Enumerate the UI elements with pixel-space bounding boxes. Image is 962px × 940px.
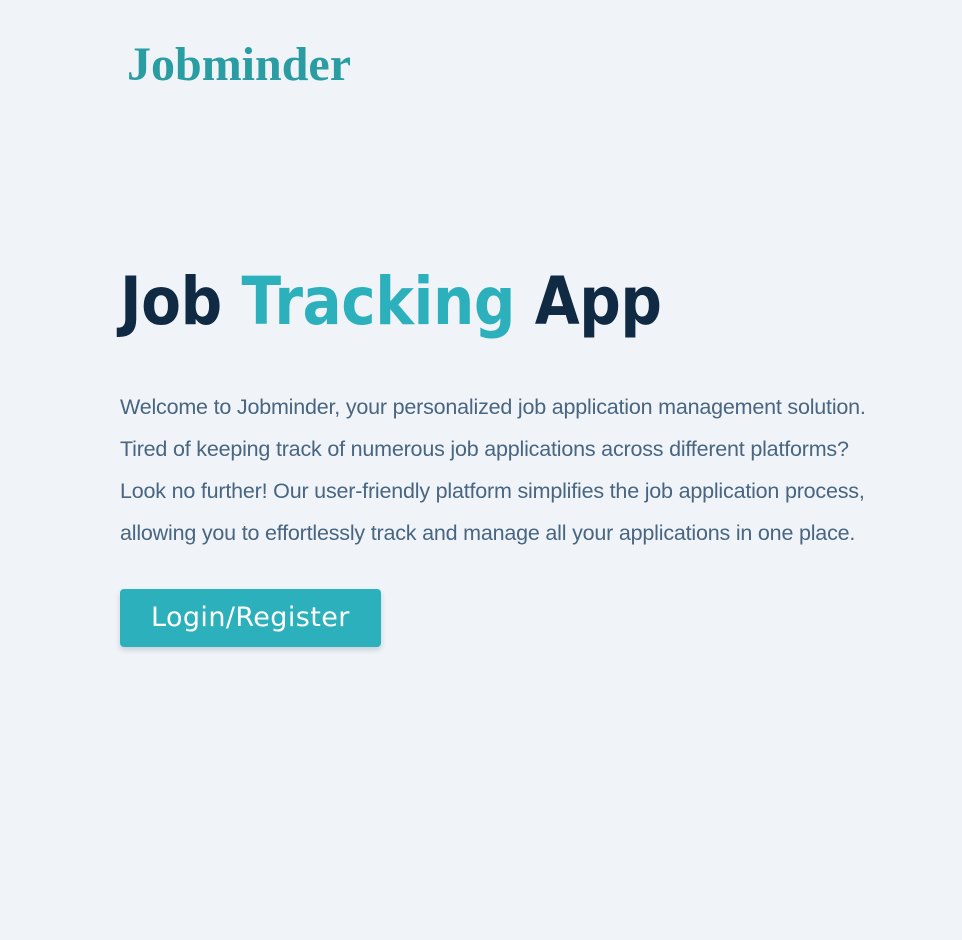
login-register-button[interactable]: Login/Register xyxy=(120,589,381,647)
title-part-app: App xyxy=(514,263,662,340)
title-accent-word: Tracking xyxy=(241,263,516,340)
logo[interactable]: Jobminder xyxy=(127,37,351,93)
hero-description: Welcome to Jobminder, your personalized … xyxy=(120,395,866,545)
hero-section: Job Tracking App Welcome to Jobminder, y… xyxy=(120,262,900,647)
page-title: Job Tracking App xyxy=(120,262,806,342)
title-part-job: Job xyxy=(120,263,242,340)
